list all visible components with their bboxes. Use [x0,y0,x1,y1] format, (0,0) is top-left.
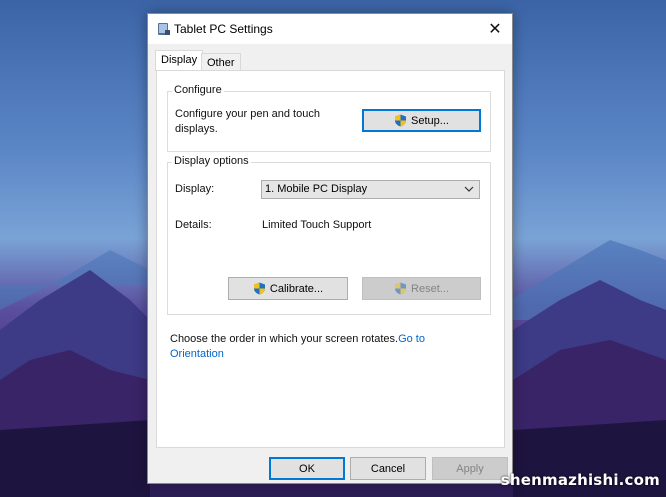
display-select-value: 1. Mobile PC Display [265,183,368,195]
orientation-link-part1[interactable]: Go to [398,333,425,345]
calibrate-button-label: Calibrate... [269,282,324,295]
display-label: Display: [175,183,215,195]
setup-button[interactable]: Setup... [362,109,481,132]
orientation-text: Choose the order in which your screen ro… [170,332,470,362]
cancel-button[interactable]: Cancel [350,457,426,480]
title-bar[interactable]: Tablet PC Settings ✕ [148,14,512,44]
setup-button-label: Setup... [411,114,449,127]
details-value: Limited Touch Support [262,219,372,231]
close-icon: ✕ [488,21,502,38]
ok-button-label: OK [299,462,315,475]
apply-button[interactable]: Apply [432,457,508,480]
configure-description: Configure your pen and touch displays. [175,108,320,135]
display-select[interactable]: 1. Mobile PC Display [261,180,480,199]
tablet-pc-settings-dialog: Tablet PC Settings ✕ Display Other Confi… [147,13,513,484]
tab-other[interactable]: Other [201,53,241,71]
apply-button-label: Apply [456,462,484,475]
configure-group-label: Configure [172,84,224,96]
uac-shield-icon [395,114,407,127]
display-options-group-label: Display options [172,155,251,167]
uac-shield-icon [253,282,265,295]
reset-button[interactable]: Reset... [362,277,481,300]
watermark-text: shenmazhishi.com [500,471,660,489]
display-tab-panel: Configure Configure your pen and touch d… [156,70,505,448]
uac-shield-icon [395,282,407,295]
tablet-settings-icon [158,23,170,35]
chevron-down-icon [464,186,474,192]
window-title: Tablet PC Settings [174,22,273,36]
close-button[interactable]: ✕ [478,14,512,44]
reset-button-label: Reset... [411,282,449,295]
orientation-description: Choose the order in which your screen ro… [170,333,399,345]
calibrate-button[interactable]: Calibrate... [228,277,348,300]
details-label: Details: [175,219,212,231]
tab-display[interactable]: Display [155,50,204,71]
ok-button[interactable]: OK [269,457,345,480]
orientation-link-part2[interactable]: Orientation [170,348,224,360]
cancel-button-label: Cancel [370,462,406,475]
